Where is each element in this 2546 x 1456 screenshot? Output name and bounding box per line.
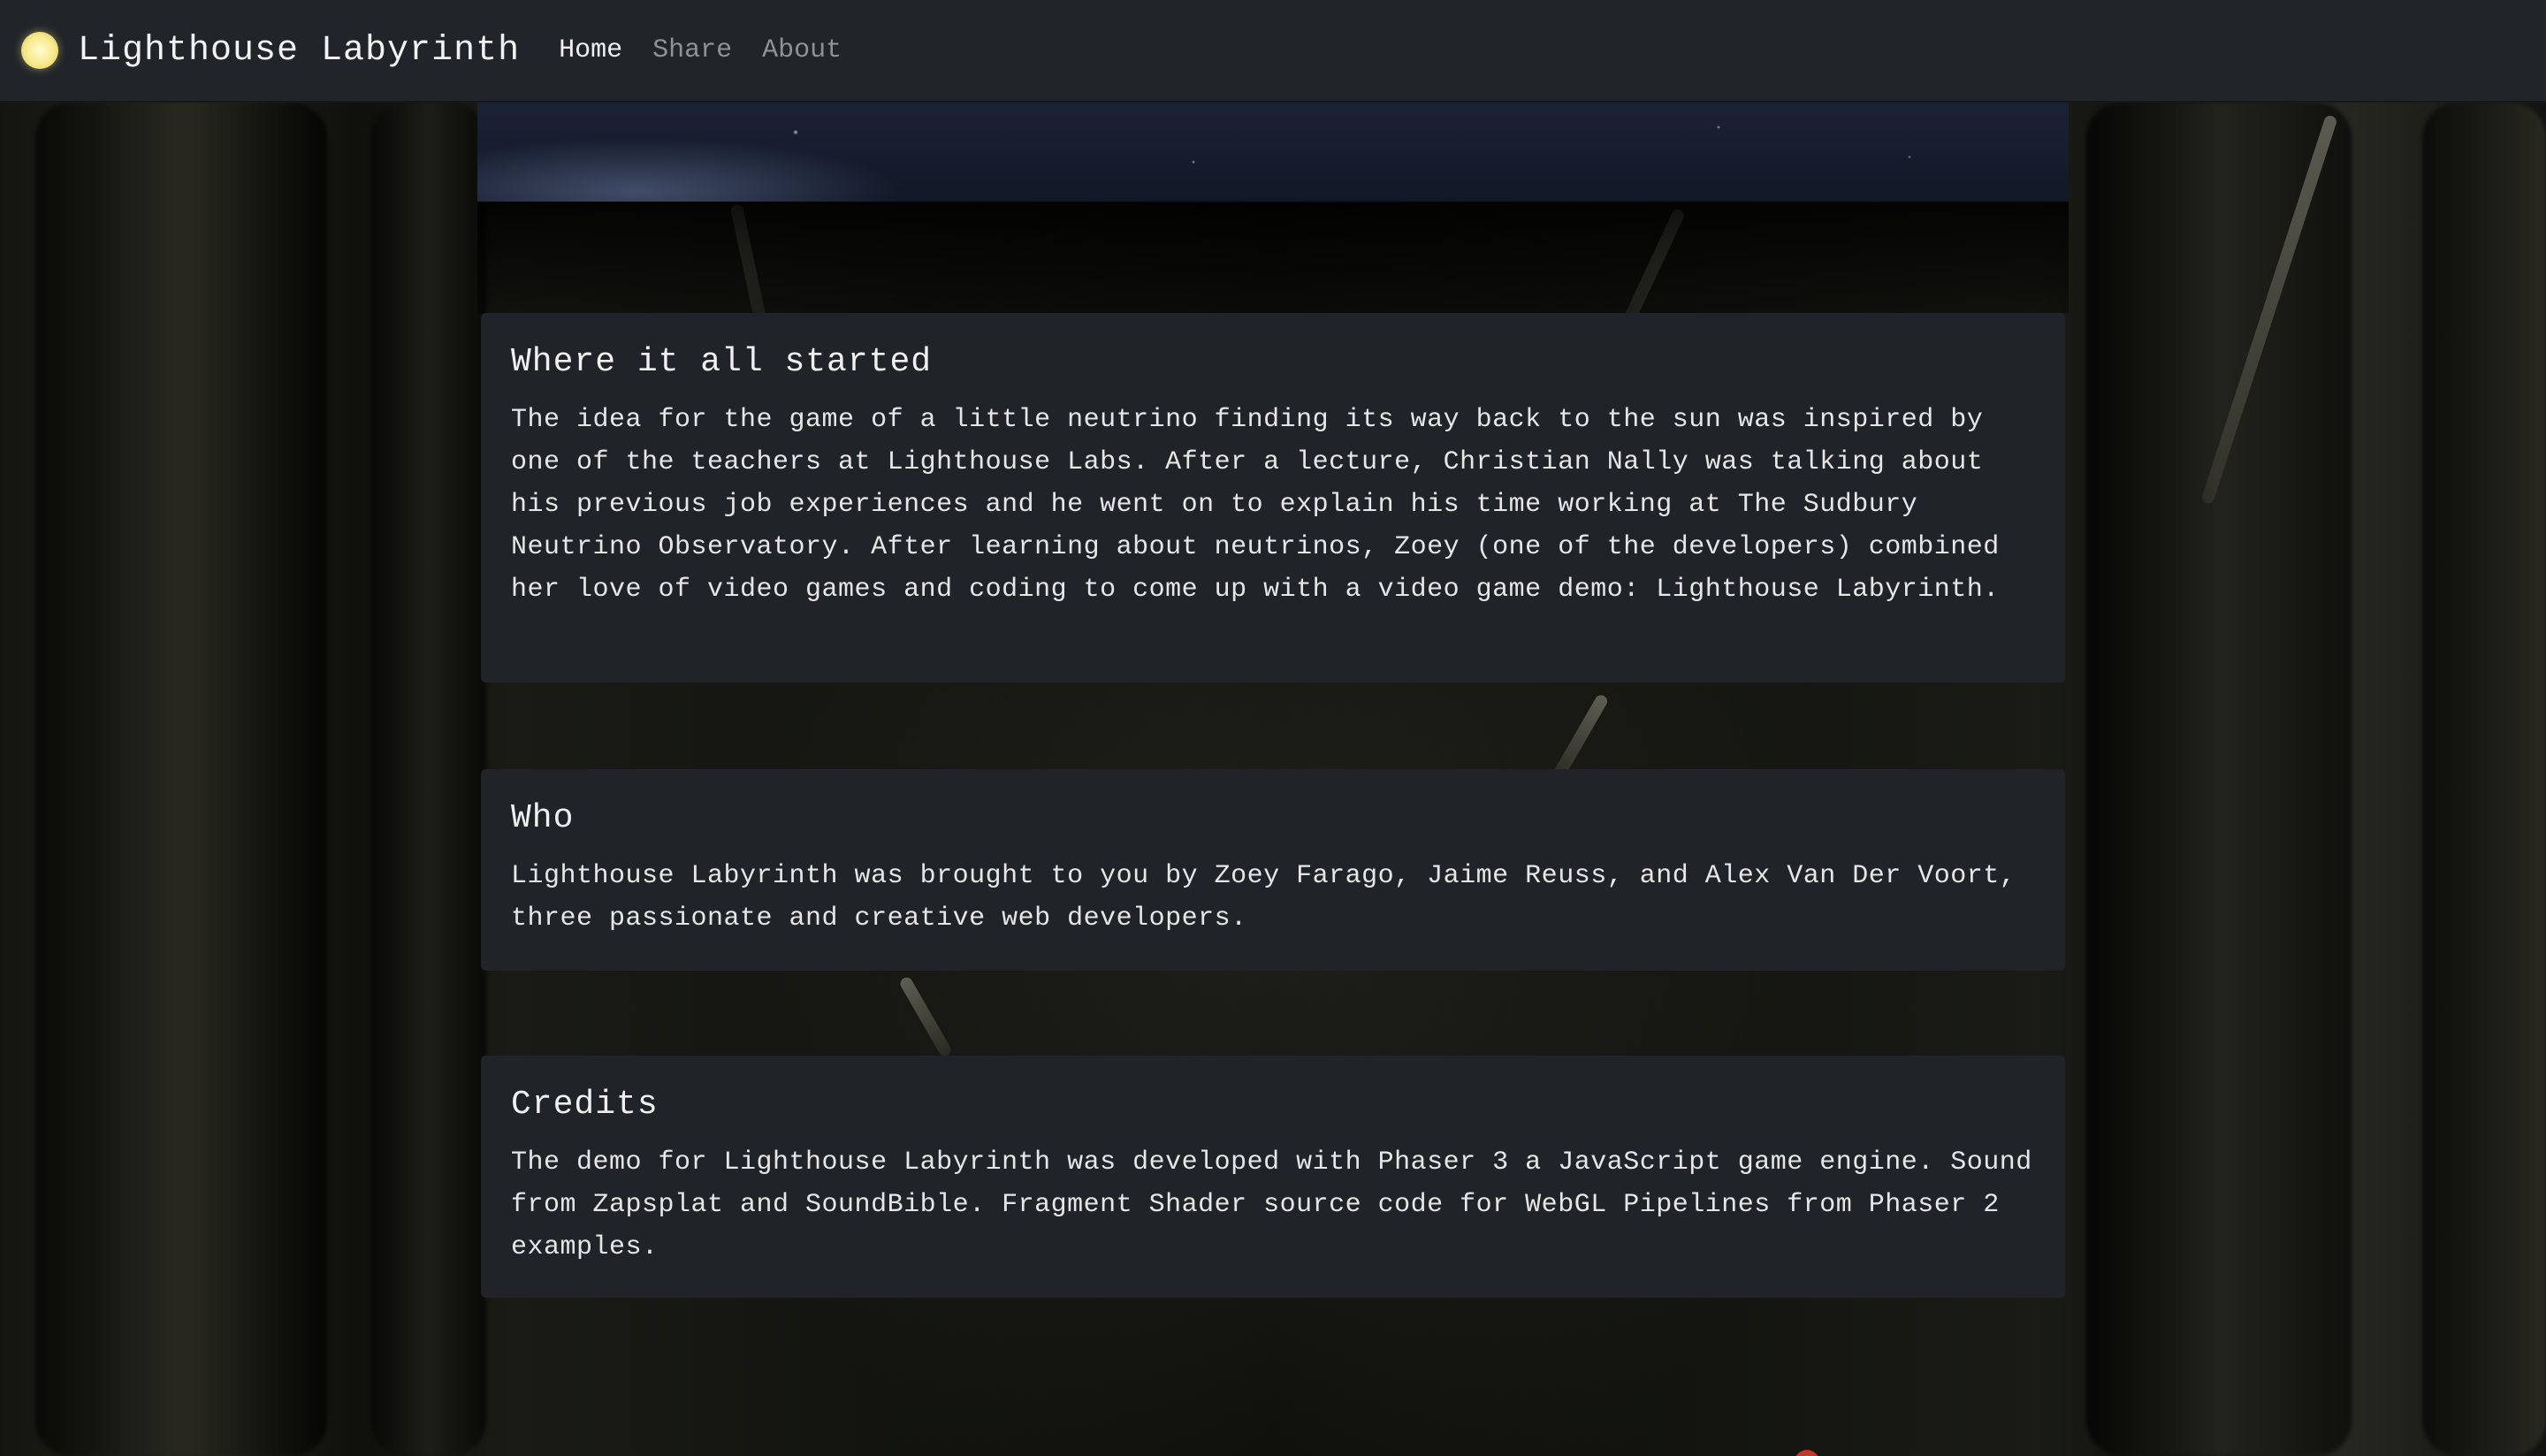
card-body: The idea for the game of a little neutri…: [511, 405, 2000, 605]
background-tree-trunk: [35, 103, 327, 1456]
about-page: Lighthouse Labyrinth Home Share About Wh…: [0, 0, 2546, 1456]
nav-link-home[interactable]: Home: [559, 35, 622, 65]
brand-title: Lighthouse Labyrinth: [78, 30, 521, 71]
top-navbar: Lighthouse Labyrinth Home Share About: [0, 0, 2546, 103]
brand-link[interactable]: Lighthouse Labyrinth: [21, 31, 520, 71]
card-credits: Credits The demo for Lighthouse Labyrint…: [481, 1056, 2065, 1298]
sun-icon: [21, 32, 58, 69]
space-banner-image: [477, 103, 2069, 202]
background-tree-trunk: [371, 103, 486, 1456]
card-body: The demo for Lighthouse Labyrinth was de…: [511, 1147, 2032, 1262]
card-heading: Where it all started: [511, 343, 933, 381]
card-body: Lighthouse Labyrinth was brought to you …: [511, 861, 2016, 934]
nav-link-about[interactable]: About: [762, 35, 842, 65]
nav-link-share[interactable]: Share: [652, 35, 732, 65]
background-tree-trunk: [2422, 103, 2546, 1456]
nav-links: Home Share About: [559, 35, 872, 65]
card-heading: Credits: [511, 1086, 659, 1124]
background-tree-trunk: [2086, 103, 2352, 1456]
card-where-it-all-started: Where it all started The idea for the ga…: [481, 313, 2065, 682]
card-heading: Who: [511, 799, 575, 837]
card-who: Who Lighthouse Labyrinth was brought to …: [481, 769, 2065, 971]
red-dot-marker: [1795, 1450, 1819, 1456]
background-vine: [897, 975, 954, 1058]
banner-shadow: [477, 202, 2069, 313]
